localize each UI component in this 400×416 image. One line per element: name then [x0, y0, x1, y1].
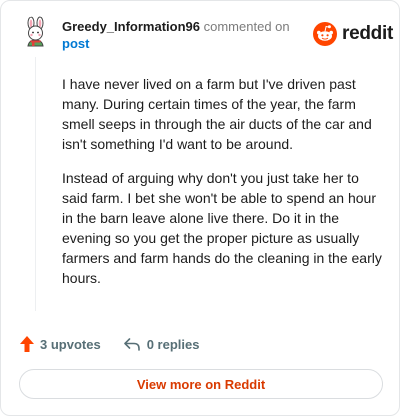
- thread-line: [35, 57, 36, 311]
- comment-paragraph: Instead of arguing why don't you just ta…: [62, 170, 382, 286]
- comment-paragraph: I have never lived on a farm but I've dr…: [62, 76, 372, 152]
- comment-footer: 3 upvotes 0 replies: [19, 334, 199, 354]
- upvotes-stat[interactable]: 3 upvotes: [19, 335, 101, 353]
- upvote-arrow-icon: [20, 336, 34, 352]
- bunny-avatar-icon: [19, 16, 53, 50]
- post-link[interactable]: post: [62, 35, 297, 52]
- replies-count: 0 replies: [146, 336, 200, 352]
- commented-on-text: commented on: [203, 19, 290, 34]
- comment-body: I have never lived on a farm but I've dr…: [62, 74, 382, 302]
- upvotes-count: 3 upvotes: [40, 336, 101, 352]
- username-link[interactable]: Greedy_Information96: [62, 19, 200, 34]
- embedded-comment-card: Greedy_Information96 commented on post r…: [0, 0, 400, 416]
- reply-arrow-icon: [123, 338, 140, 351]
- comment-header: Greedy_Information96 commented on post: [62, 18, 297, 52]
- reddit-wordmark: reddit: [342, 23, 393, 44]
- reddit-logo[interactable]: reddit: [313, 21, 393, 47]
- reddit-snoo-icon: [313, 22, 337, 46]
- view-more-button[interactable]: View more on Reddit: [19, 369, 383, 399]
- replies-stat[interactable]: 0 replies: [123, 336, 200, 352]
- user-avatar[interactable]: [19, 16, 53, 50]
